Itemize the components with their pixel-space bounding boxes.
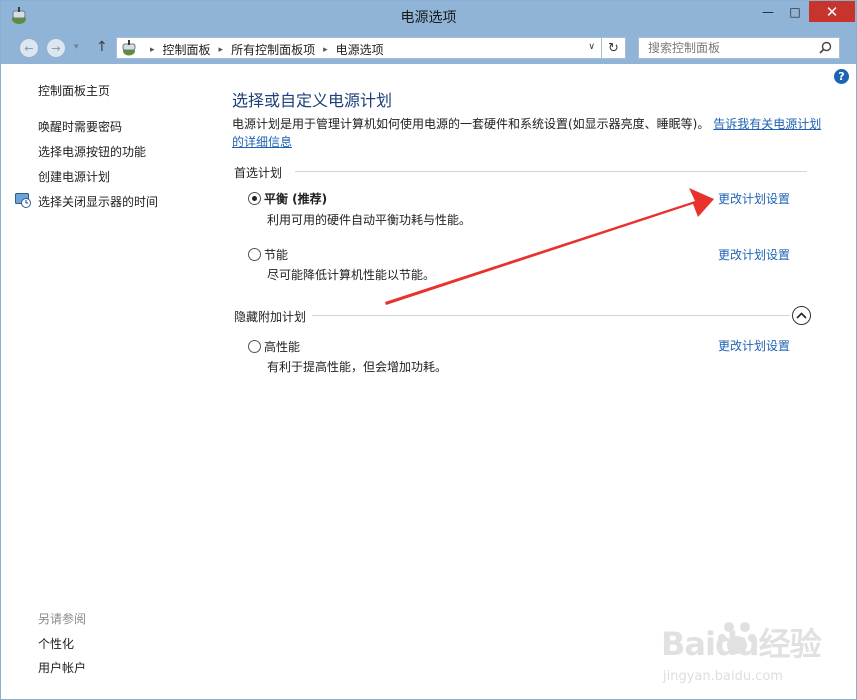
chevron-down-icon[interactable]: ∨ <box>588 42 595 52</box>
control-panel-icon <box>122 40 136 56</box>
breadcrumb-all-items[interactable]: 所有控制面板项 <box>231 41 315 58</box>
left-sidebar: 控制面板主页 唤醒时需要密码 选择电源按钮的功能 创建电源计划 选择关闭显示器的… <box>1 64 216 700</box>
chevron-up-icon <box>796 312 807 319</box>
maximize-button[interactable]: □ <box>782 1 808 22</box>
display-timeout-icon <box>15 193 31 208</box>
breadcrumb-separator[interactable]: ▸ <box>219 45 224 55</box>
plan-high-performance-radio[interactable] <box>248 340 261 353</box>
sidebar-item-user-accounts[interactable]: 用户帐户 <box>38 659 86 676</box>
sidebar-item-wake-password[interactable]: 唤醒时需要密码 <box>38 118 122 135</box>
plan-power-saver-desc: 尽可能降低计算机性能以节能。 <box>267 268 436 282</box>
search-box[interactable] <box>638 37 840 59</box>
watermark-url: jingyan.baidu.com <box>663 669 783 684</box>
plan-balanced-name[interactable]: 平衡 (推荐) <box>264 190 327 207</box>
page-description: 电源计划是用于管理计算机如何使用电源的一套硬件和系统设置(如显示器亮度、睡眠等)… <box>232 115 822 151</box>
search-input[interactable] <box>639 38 815 58</box>
sidebar-item-display-timeout[interactable]: 选择关闭显示器的时间 <box>38 193 158 210</box>
plan-power-saver-name[interactable]: 节能 <box>264 246 288 263</box>
back-button[interactable]: ← <box>19 38 39 58</box>
sidebar-item-power-buttons[interactable]: 选择电源按钮的功能 <box>38 143 146 160</box>
forward-button[interactable]: → <box>46 38 66 58</box>
help-icon[interactable]: ? <box>834 69 849 84</box>
search-icon[interactable] <box>819 41 832 54</box>
close-button[interactable]: ✕ <box>809 1 855 22</box>
breadcrumb-separator[interactable]: ▸ <box>150 45 155 55</box>
plan-balanced-radio[interactable] <box>248 192 261 205</box>
baidu-watermark: Baidu经验 jingyan.baidu.com <box>661 609 851 694</box>
preferred-plans-heading: 首选计划 <box>234 166 283 180</box>
section-divider <box>295 171 807 172</box>
window-title: 电源选项 <box>400 10 457 26</box>
navigation-bar: ← → ▾ ↑ ▸ 控制面板 ▸ 所有控制面板项 ▸ 电源选项 ∨ ↻ <box>1 31 856 64</box>
see-also-heading: 另请参阅 <box>38 612 87 626</box>
address-bar[interactable]: ▸ 控制面板 ▸ 所有控制面板项 ▸ 电源选项 ∨ <box>116 37 602 59</box>
collapse-hidden-plans-button[interactable] <box>792 306 811 325</box>
sidebar-item-home[interactable]: 控制面板主页 <box>38 82 110 99</box>
breadcrumb-separator[interactable]: ▸ <box>323 45 328 55</box>
section-divider <box>312 315 790 316</box>
power-options-window: 电源选项 — □ ✕ ← → ▾ ↑ ▸ 控制面板 ▸ 所有控制面板项 ▸ 电源… <box>0 0 857 700</box>
up-button[interactable]: ↑ <box>96 39 108 55</box>
plan-power-saver-radio[interactable] <box>248 248 261 261</box>
plan-balanced-change-settings-link[interactable]: 更改计划设置 <box>718 190 790 207</box>
title-bar: 电源选项 — □ ✕ <box>1 1 856 31</box>
breadcrumb-power-options[interactable]: 电源选项 <box>336 41 384 58</box>
plan-balanced-desc: 利用可用的硬件自动平衡功耗与性能。 <box>267 213 472 227</box>
page-title: 选择或自定义电源计划 <box>232 91 393 110</box>
plan-power-saver-change-settings-link[interactable]: 更改计划设置 <box>718 246 790 263</box>
plan-high-performance-desc: 有利于提高性能，但会增加功耗。 <box>267 360 448 374</box>
watermark-brand: Baidu经验 <box>661 625 822 663</box>
description-text: 电源计划是用于管理计算机如何使用电源的一套硬件和系统设置(如显示器亮度、睡眠等)… <box>232 117 710 131</box>
sidebar-item-create-plan[interactable]: 创建电源计划 <box>38 168 110 185</box>
hidden-plans-heading: 隐藏附加计划 <box>234 310 307 324</box>
recent-locations-dropdown[interactable]: ▾ <box>74 42 79 52</box>
minimize-button[interactable]: — <box>755 1 781 22</box>
breadcrumb: ▸ 控制面板 ▸ 所有控制面板项 ▸ 电源选项 <box>142 41 384 58</box>
plan-high-performance-name[interactable]: 高性能 <box>264 338 300 355</box>
sidebar-item-personalization[interactable]: 个性化 <box>38 635 74 652</box>
annotation-arrow-shape <box>385 188 714 305</box>
plan-high-performance-change-settings-link[interactable]: 更改计划设置 <box>718 337 790 354</box>
refresh-button[interactable]: ↻ <box>602 37 626 59</box>
breadcrumb-control-panel[interactable]: 控制面板 <box>163 41 211 58</box>
